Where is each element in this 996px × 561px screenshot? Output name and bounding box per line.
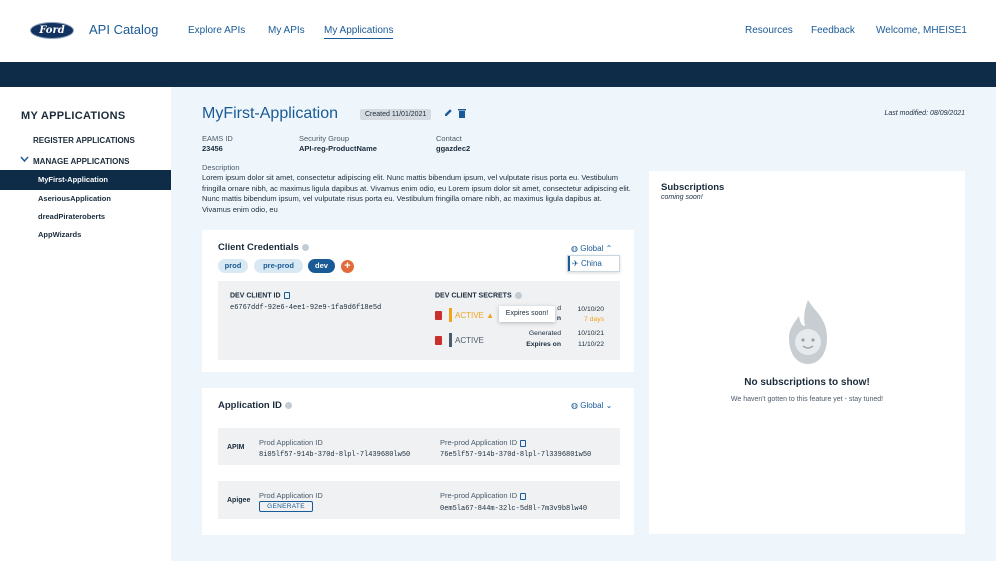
top-nav: Ford API Catalog Explore APIs My APIs My… (0, 0, 996, 62)
client-id-label: DEV CLIENT ID (230, 292, 290, 299)
copy-icon[interactable] (520, 439, 527, 447)
copy-icon[interactable] (520, 492, 527, 500)
appid-region-dropdown[interactable]: ◍ Global ⌄ (571, 401, 612, 410)
apim-preprod-label: Pre-prod Application ID (440, 438, 527, 447)
region-label: Global (580, 244, 604, 253)
pencil-icon[interactable] (444, 108, 453, 117)
apim-prod-value: 8i05lf57-914b-370d-8lpl-7l439680lw50 (259, 451, 411, 459)
delete-secret-trash-icon[interactable] (435, 311, 442, 320)
application-id-title: Application ID (218, 400, 292, 411)
add-env-button[interactable]: + (341, 260, 354, 273)
client-id-value: e6767ddf-92e6-4ee1-92e9-1fa9d6f18e5d (230, 304, 382, 312)
sidebar-item-appwizards[interactable]: AppWizards (0, 225, 171, 245)
application-id-title-text: Application ID (218, 400, 282, 411)
env-pill-pre-prod[interactable]: pre-prod (254, 259, 303, 273)
region-option-china[interactable]: ✈ China (567, 255, 620, 272)
nav-resources[interactable]: Resources (745, 25, 793, 36)
expires-soon-tooltip: Expires soon! (499, 306, 555, 322)
header-band (0, 62, 996, 87)
info-icon[interactable] (284, 401, 292, 409)
no-subscriptions-title: No subscriptions to show! (744, 377, 870, 388)
apigee-preprod-label-text: Pre-prod Application ID (440, 491, 518, 500)
sidebar-title: MY APPLICATIONS (21, 110, 126, 122)
appid-region-label: Global (580, 401, 604, 410)
chevron-down-icon[interactable] (20, 156, 29, 163)
secret2-generated: 10/10/21 (577, 330, 604, 337)
sidebar-item-dreadpirateroberts[interactable]: dreadPirateroberts (0, 207, 171, 227)
sidebar-item-myfirst-application[interactable]: MyFirst-Application (0, 170, 171, 190)
secret2-generated-label: Generated (528, 330, 561, 337)
apigee-name: Apigee (227, 497, 251, 504)
page-title: MyFirst-Application (202, 105, 339, 122)
secret1-expires-in: 7 days (583, 316, 604, 323)
sidebar-register-applications[interactable]: REGISTER APPLICATIONS (33, 136, 135, 145)
globe-icon: ◍ (571, 401, 578, 410)
secret2-expires-label: Expires on (526, 341, 561, 348)
apim-preprod-value: 76e5lf57-914b-370d-8lpl-7l3396801w50 (440, 451, 592, 459)
description-label: Description (202, 163, 240, 172)
info-icon[interactable] (514, 292, 522, 299)
region-dropdown[interactable]: ◍ Global ⌃ (571, 244, 612, 253)
ford-logo[interactable]: Ford (30, 22, 74, 39)
secret2-expires: 11/10/22 (578, 341, 604, 348)
client-credentials-title: Client Credentials (218, 242, 309, 253)
warning-icon: ▲ (486, 311, 495, 320)
contact-label: Contact (436, 134, 462, 143)
client-secrets-label-text: DEV CLIENT SECRETS (435, 292, 512, 300)
apigee-preprod-value: 0em5la67-844m-32lc-5d8l-7m3v9b8lw40 (440, 505, 588, 513)
security-group-label: Security Group (299, 134, 350, 143)
apim-prod-label: Prod Application ID (259, 438, 323, 447)
apim-name: APIM (227, 444, 245, 451)
status-bar-active (449, 333, 452, 347)
subscriptions-title: Subscriptions (661, 182, 725, 193)
eams-label: EAMS ID (202, 134, 233, 143)
env-pill-prod[interactable]: prod (218, 259, 248, 273)
flame-mascot-icon (789, 300, 827, 364)
delete-secret-trash-icon[interactable] (435, 336, 442, 345)
apim-preprod-label-text: Pre-prod Application ID (440, 438, 518, 447)
plane-icon: ✈ (572, 259, 579, 268)
status-bar-active (449, 308, 452, 322)
created-badge: Created 11/01/2021 (360, 109, 432, 120)
globe-icon: ◍ (571, 244, 578, 253)
trash-icon[interactable] (458, 108, 466, 118)
region-option-label: China (580, 259, 602, 268)
nav-explore-apis[interactable]: Explore APIs (188, 25, 245, 36)
generate-button[interactable]: GENERATE (259, 501, 313, 512)
contact-value: ggazdec2 (436, 144, 471, 153)
apigee-row (218, 481, 620, 519)
nav-welcome-user[interactable]: Welcome, MHEISE1 (876, 25, 967, 36)
no-subscriptions-subtitle: We haven't gotten to this feature yet - … (730, 396, 884, 403)
sidebar-item-aseriousapplication[interactable]: AseriousApplication (0, 189, 171, 209)
nav-feedback[interactable]: Feedback (811, 25, 855, 36)
security-group-value: API-reg-ProductName (299, 144, 377, 153)
nav-my-apis[interactable]: My APIs (268, 25, 305, 36)
apigee-prod-label: Prod Application ID (259, 491, 323, 500)
client-id-label-text: DEV CLIENT ID (230, 292, 281, 300)
env-pill-dev[interactable]: dev (308, 259, 335, 273)
sidebar-manage-applications[interactable]: MANAGE APPLICATIONS (33, 157, 129, 166)
main-content: MyFirst-Application Created 11/01/2021 L… (171, 87, 996, 561)
description-text: Lorem ipsum dolor sit amet, consectetur … (202, 173, 631, 214)
eams-value: 23456 (202, 144, 223, 153)
sidebar: MY APPLICATIONS REGISTER APPLICATIONS MA… (0, 87, 171, 561)
secret2-status: ACTIVE (455, 336, 484, 345)
client-credentials-title-text: Client Credentials (218, 242, 299, 253)
apigee-preprod-label: Pre-prod Application ID (440, 491, 527, 500)
last-modified: Last modified: 08/09/2021 (884, 110, 965, 117)
chevron-down-icon: ⌄ (605, 401, 613, 410)
info-icon[interactable] (301, 243, 309, 251)
subscriptions-coming-soon: coming soon! (661, 194, 703, 201)
secret-status-text: ACTIVE (455, 311, 484, 320)
secret1-date: 10/10/20 (577, 306, 604, 313)
copy-icon[interactable] (283, 292, 290, 299)
app-title[interactable]: API Catalog (89, 22, 158, 37)
chevron-up-icon: ⌃ (605, 244, 613, 253)
nav-my-applications[interactable]: My Applications (324, 25, 394, 39)
secret-status-active: ACTIVE ▲ (455, 311, 494, 320)
client-secrets-label: DEV CLIENT SECRETS (435, 292, 522, 299)
